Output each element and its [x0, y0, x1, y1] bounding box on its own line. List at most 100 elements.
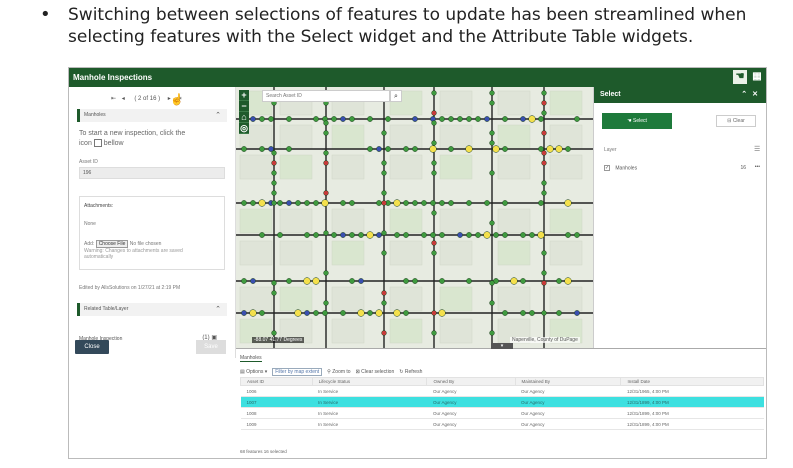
- first-page-icon[interactable]: ⇤: [111, 96, 118, 102]
- select-button[interactable]: ☚ Select: [602, 113, 672, 129]
- manhole-marker: [492, 145, 500, 153]
- zoom-out-button[interactable]: −: [239, 101, 249, 112]
- prev-page-icon[interactable]: ◂: [122, 96, 127, 102]
- parcel-block: [239, 208, 273, 234]
- parcel-block: [497, 240, 531, 266]
- column-header[interactable]: Lifecycle Status: [311, 377, 428, 386]
- table-row[interactable]: 1007 In Service Our Agency Our Agency 12/31/…: [240, 396, 764, 408]
- manhole-marker: [323, 300, 329, 306]
- manhole-marker: [421, 200, 427, 206]
- parcel-block: [439, 240, 473, 266]
- zoom-to-button[interactable]: ⚲ Zoom to: [327, 369, 350, 375]
- manhole-marker: [323, 150, 329, 156]
- mouse-pointer-icon: ☝: [170, 94, 184, 106]
- map-toolbar: + − ⌂ ◎: [239, 90, 249, 134]
- manhole-marker: [271, 280, 277, 286]
- table-row[interactable]: 1006 In Service Our Agency Our Agency 12/31/…: [240, 385, 764, 397]
- manhole-marker: [286, 146, 292, 152]
- new-inspection-icon[interactable]: [93, 139, 102, 148]
- column-header[interactable]: Owned By: [426, 377, 516, 386]
- manhole-marker: [286, 278, 292, 284]
- parcel-block: [439, 286, 473, 312]
- select-widget-title: Select: [600, 91, 621, 98]
- parcel-block: [439, 318, 473, 344]
- save-button[interactable]: Save: [196, 340, 226, 354]
- manhole-marker: [259, 116, 265, 122]
- select-button-label: Select: [632, 118, 647, 124]
- choose-file-button[interactable]: Choose File: [95, 240, 129, 248]
- manhole-marker: [466, 200, 472, 206]
- map-canvas[interactable]: [236, 87, 593, 348]
- search-input[interactable]: [262, 90, 390, 102]
- manhole-marker: [271, 330, 277, 336]
- column-header[interactable]: Asset ID: [240, 377, 313, 386]
- layer-row-manholes[interactable]: ✓ Manholes 16 •••: [604, 164, 762, 171]
- manhole-marker: [556, 278, 562, 284]
- manhole-marker: [394, 232, 400, 238]
- layer-label: Layer: [604, 147, 617, 153]
- close-icon[interactable]: ✕: [752, 91, 763, 98]
- table-row[interactable]: 1009 In Service Our Agency Our Agency 12/31/…: [240, 418, 764, 430]
- manhole-marker: [489, 130, 495, 136]
- attribute-grid: Asset ID Lifecycle Status Owned By Maintain…: [240, 377, 764, 430]
- more-options-icon[interactable]: •••: [755, 164, 760, 170]
- layer-checkbox[interactable]: ✓: [604, 165, 610, 171]
- collapse-icon[interactable]: ⌃: [741, 91, 752, 98]
- manhole-marker: [529, 232, 535, 238]
- manhole-marker: [241, 278, 247, 284]
- chevron-up-icon[interactable]: ⌃: [215, 303, 221, 316]
- manhole-marker: [466, 232, 472, 238]
- manhole-marker: [541, 190, 547, 196]
- clear-button[interactable]: ⊟ Clear: [716, 115, 756, 127]
- tab-manholes[interactable]: Manholes: [240, 355, 262, 362]
- manhole-marker: [520, 116, 526, 122]
- manhole-marker: [259, 146, 265, 152]
- close-button[interactable]: Close: [75, 340, 109, 354]
- table-collapse-handle[interactable]: ▾: [491, 343, 513, 349]
- filter-by-extent-button[interactable]: Filter by map extent: [272, 367, 323, 376]
- parcel-block: [439, 208, 473, 234]
- chevron-up-icon[interactable]: ⌃: [215, 109, 221, 122]
- table-row[interactable]: 1008 In Service Our Agency Our Agency 12/31/…: [240, 407, 764, 419]
- column-header[interactable]: Maintained By: [514, 377, 622, 386]
- manhole-marker: [541, 280, 547, 286]
- manhole-marker: [271, 200, 277, 206]
- manhole-marker: [502, 146, 508, 152]
- clear-selection-button[interactable]: ⊠ Clear selection: [356, 369, 395, 375]
- zoom-in-button[interactable]: +: [239, 90, 249, 101]
- layer-options-icon[interactable]: ☰: [754, 145, 760, 153]
- table-cell: Our Agency: [515, 418, 621, 430]
- manhole-marker: [541, 150, 547, 156]
- manhole-marker: [277, 232, 283, 238]
- table-cell: 1009: [240, 418, 313, 430]
- inspection-instructions: To start a new inspection, click the ico…: [79, 129, 219, 149]
- home-icon[interactable]: ⌂: [239, 112, 249, 123]
- select-widget-icon[interactable]: ☚: [733, 70, 747, 84]
- manhole-marker: [376, 200, 382, 206]
- options-menu[interactable]: ▤ Options ▾: [240, 369, 267, 375]
- manhole-marker: [520, 278, 526, 284]
- search-icon[interactable]: ⌕: [390, 90, 402, 102]
- locate-icon[interactable]: ◎: [239, 123, 249, 134]
- refresh-button[interactable]: ↻ Refresh: [399, 369, 422, 375]
- manhole-marker: [448, 146, 454, 152]
- manhole-marker: [484, 116, 490, 122]
- manhole-marker: [381, 160, 387, 166]
- manhole-marker: [489, 170, 495, 176]
- parcel-block: [331, 318, 365, 344]
- manhole-marker: [259, 310, 265, 316]
- parcel-block: [331, 286, 365, 312]
- refresh-icon: ↻: [399, 368, 404, 375]
- table-cell: 12/31/1899, 4:00 PM: [620, 418, 764, 430]
- manhole-marker: [381, 170, 387, 176]
- related-table-header[interactable]: Related Table/Layer ⌃: [77, 303, 227, 316]
- manhole-marker: [489, 220, 495, 226]
- add-attachment-row: Add: Choose File No file chosen: [84, 240, 161, 248]
- manhole-marker: [321, 199, 329, 207]
- map-view[interactable]: + − ⌂ ◎ ⌕ -88.07 41.77 Degrees Napervill…: [236, 87, 593, 348]
- column-header[interactable]: Install Date: [620, 377, 764, 386]
- manhole-marker: [241, 146, 247, 152]
- manhole-marker: [431, 310, 437, 316]
- apps-grid-icon[interactable]: ▦: [750, 70, 764, 84]
- manholes-section-header[interactable]: Manholes ⌃: [77, 109, 227, 122]
